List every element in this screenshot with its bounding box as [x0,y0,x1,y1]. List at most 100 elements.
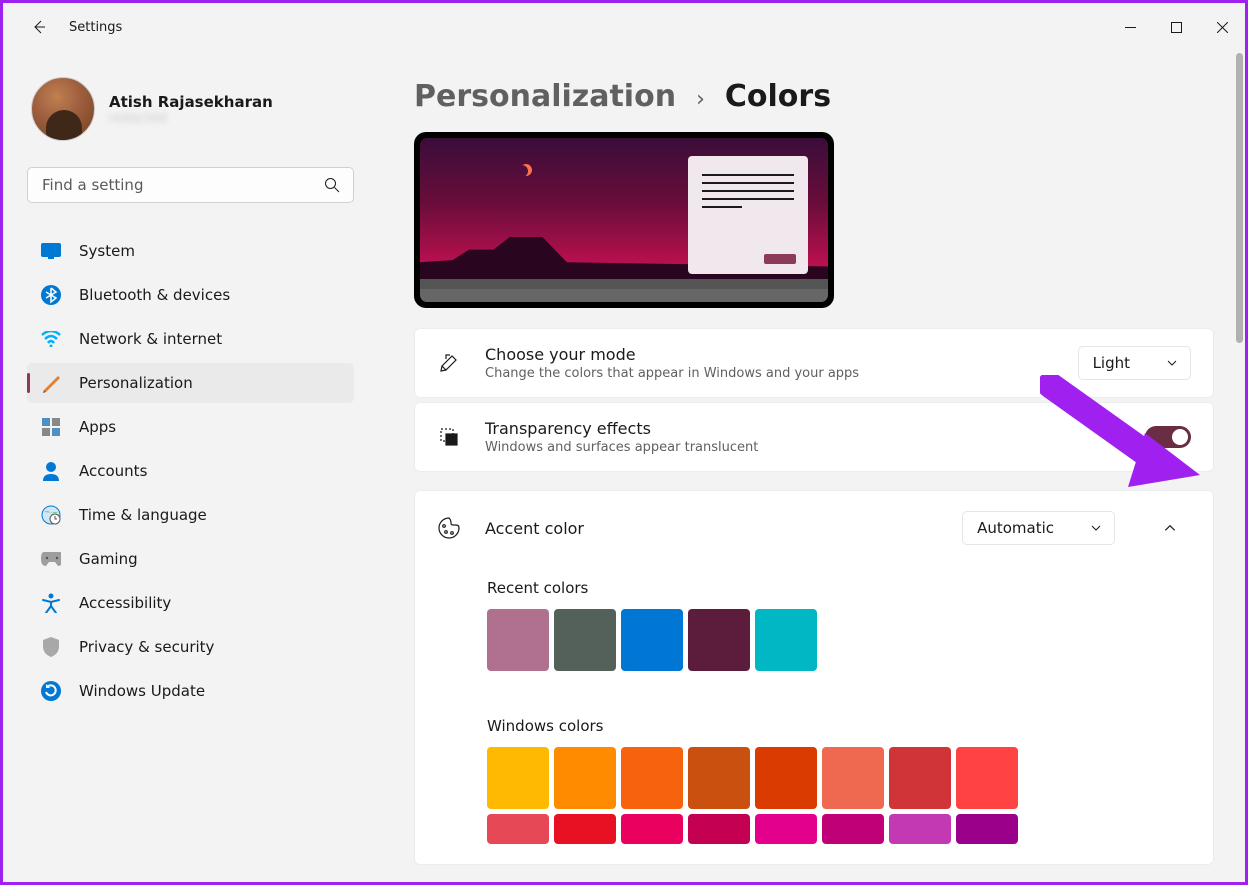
mode-dropdown[interactable]: Light [1078,346,1191,380]
main-content: Personalization › Colors [378,51,1245,882]
windows-colors-row [487,747,1087,809]
card-subtitle: Change the colors that appear in Windows… [485,366,1054,381]
breadcrumb: Personalization › Colors [414,79,1225,114]
sidebar-item-label: Windows Update [79,682,205,700]
color-swatch[interactable] [755,747,817,809]
chevron-up-icon [1163,521,1177,535]
transparency-toggle[interactable] [1145,426,1191,448]
color-swatch[interactable] [621,609,683,671]
accent-header[interactable]: Accent color Automatic [415,491,1213,565]
user-name: Atish Rajasekharan [109,93,273,111]
color-swatch[interactable] [822,814,884,844]
sidebar-item-label: Accounts [79,462,147,480]
recent-colors-label: Recent colors [487,579,1191,597]
color-swatch[interactable] [487,814,549,844]
sidebar-item-gaming[interactable]: Gaming [27,539,354,579]
chevron-right-icon: › [696,87,705,112]
color-swatch[interactable] [554,814,616,844]
windows-colors-row [487,814,1087,844]
color-swatch[interactable] [822,747,884,809]
sidebar-item-time[interactable]: Time & language [27,495,354,535]
color-swatch[interactable] [688,609,750,671]
color-swatch[interactable] [755,609,817,671]
search-icon [324,177,340,193]
color-swatch[interactable] [621,814,683,844]
app-title: Settings [69,20,122,35]
user-profile[interactable]: Atish Rajasekharan redacted [27,77,354,141]
person-icon [41,461,61,481]
color-swatch[interactable] [956,814,1018,844]
breadcrumb-current: Colors [725,79,831,114]
minimize-button[interactable] [1107,11,1153,43]
sidebar-item-privacy[interactable]: Privacy & security [27,627,354,667]
transparency-icon [437,425,461,449]
avatar [31,77,95,141]
windows-colors-label: Windows colors [487,717,1191,735]
sidebar-item-accessibility[interactable]: Accessibility [27,583,354,623]
card-title: Accent color [485,519,938,538]
color-swatch[interactable] [487,609,549,671]
color-swatch[interactable] [755,814,817,844]
sidebar-item-bluetooth[interactable]: Bluetooth & devices [27,275,354,315]
color-swatch[interactable] [554,609,616,671]
sidebar-item-label: Privacy & security [79,638,214,656]
sidebar-item-label: Accessibility [79,594,171,612]
window-controls [1107,11,1245,43]
sidebar-item-label: Apps [79,418,116,436]
sidebar-item-accounts[interactable]: Accounts [27,451,354,491]
sidebar-item-label: Network & internet [79,330,222,348]
scrollbar[interactable] [1236,53,1243,343]
globe-clock-icon [41,505,61,525]
collapse-button[interactable] [1149,507,1191,549]
color-swatch[interactable] [688,747,750,809]
card-transparency[interactable]: Transparency effects Windows and surface… [414,402,1214,472]
search-input[interactable] [27,167,354,203]
back-arrow-icon [31,19,47,35]
card-choose-mode[interactable]: Choose your mode Change the colors that … [414,328,1214,398]
sidebar-item-label: Bluetooth & devices [79,286,230,304]
chevron-down-icon [1090,522,1102,534]
color-swatch[interactable] [554,747,616,809]
dropdown-value: Light [1093,354,1130,372]
breadcrumb-parent[interactable]: Personalization [414,79,676,114]
system-icon [41,241,61,261]
color-swatch[interactable] [889,747,951,809]
sidebar-item-label: Time & language [79,506,207,524]
sidebar-item-label: System [79,242,135,260]
card-title: Transparency effects [485,419,1086,438]
sidebar: Atish Rajasekharan redacted System Bluet… [3,51,378,882]
paintbrush-icon [41,373,61,393]
close-button[interactable] [1199,11,1245,43]
titlebar: Settings [3,3,1245,51]
sidebar-nav: System Bluetooth & devices Network & int… [27,231,354,711]
sidebar-item-label: Gaming [79,550,138,568]
sidebar-item-apps[interactable]: Apps [27,407,354,447]
update-icon [41,681,61,701]
search-wrap [27,167,354,203]
user-email: redacted [109,111,273,126]
maximize-button[interactable] [1153,11,1199,43]
shield-icon [41,637,61,657]
brush-icon [437,351,461,375]
color-swatch[interactable] [688,814,750,844]
color-swatch[interactable] [889,814,951,844]
apps-icon [41,417,61,437]
palette-icon [437,516,461,540]
color-swatch[interactable] [487,747,549,809]
sidebar-item-network[interactable]: Network & internet [27,319,354,359]
card-accent-color: Accent color Automatic Recent colors Win… [414,490,1214,865]
back-button[interactable] [21,9,57,45]
sidebar-item-system[interactable]: System [27,231,354,271]
toggle-state-label: On [1110,428,1131,446]
sidebar-item-personalization[interactable]: Personalization [27,363,354,403]
accent-dropdown[interactable]: Automatic [962,511,1115,545]
recent-colors-swatches [487,609,1087,671]
bluetooth-icon [41,285,61,305]
wifi-icon [41,329,61,349]
sidebar-item-update[interactable]: Windows Update [27,671,354,711]
card-title: Choose your mode [485,345,1054,364]
chevron-down-icon [1166,357,1178,369]
card-subtitle: Windows and surfaces appear translucent [485,440,1086,455]
color-swatch[interactable] [956,747,1018,809]
color-swatch[interactable] [621,747,683,809]
